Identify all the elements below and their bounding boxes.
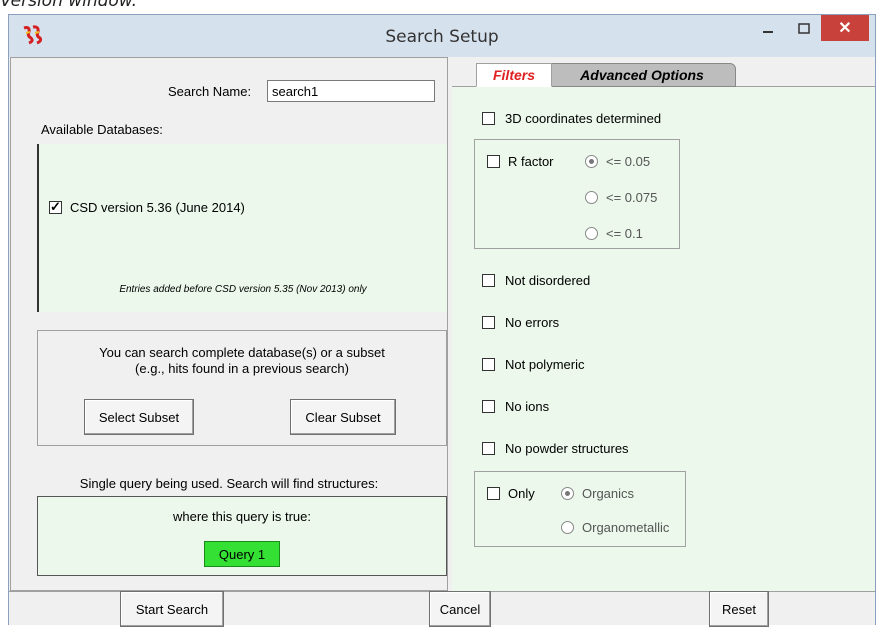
database-label: CSD version 5.36 (June 2014) (70, 200, 245, 215)
not-polymeric-label: Not polymeric (505, 357, 585, 372)
r-factor-option-1[interactable]: <= 0.05 (585, 154, 650, 169)
organics-label: Organics (582, 486, 635, 501)
query-summary: Single query being used. Search will fin… (79, 476, 379, 491)
filters-panel: 3D coordinates determined R factor <= 0.… (452, 87, 875, 591)
organometallic-label: Organometallic (582, 520, 670, 535)
no-errors-checkbox[interactable] (482, 316, 495, 329)
subset-info-line1: You can search complete database(s) or a… (99, 345, 385, 360)
search-name-input[interactable]: search1 (267, 80, 435, 102)
filter-no-powder[interactable]: No powder structures (482, 441, 629, 456)
tab-filters[interactable]: Filters (476, 63, 552, 87)
only-option-organometallic[interactable]: Organometallic (561, 520, 669, 535)
filter-3d-coordinates[interactable]: 3D coordinates determined (482, 111, 661, 126)
r-factor-option-3[interactable]: <= 0.1 (585, 226, 643, 241)
only-filter[interactable]: Only (487, 486, 535, 501)
r-factor-option-3-label: <= 0.1 (606, 226, 643, 241)
footer-bar: Start Search Cancel Reset (9, 591, 875, 627)
only-label: Only (508, 486, 535, 501)
filter-no-errors[interactable]: No errors (482, 315, 559, 330)
only-group: Only Organics Organometallic (474, 471, 686, 547)
r-factor-radio-3[interactable] (585, 227, 598, 240)
filter-no-ions[interactable]: No ions (482, 399, 549, 414)
query-box: where this query is true: Query 1 (37, 496, 447, 576)
database-note: Entries added before CSD version 5.35 (N… (119, 284, 367, 295)
not-polymeric-checkbox[interactable] (482, 358, 495, 371)
only-option-organics[interactable]: Organics (561, 486, 634, 501)
cancel-button[interactable]: Cancel (429, 591, 491, 627)
page-caption: Version window. (0, 0, 138, 11)
query-condition: where this query is true: (172, 509, 311, 524)
maximize-icon (798, 23, 810, 34)
query-1-button[interactable]: Query 1 (204, 541, 280, 567)
minimize-button[interactable] (751, 15, 785, 43)
r-factor-label: R factor (508, 154, 554, 169)
database-list: CSD version 5.36 (June 2014) Entries add… (37, 144, 447, 312)
right-panel: Advanced Options Filters 3D coordinates … (452, 57, 875, 591)
clear-subset-button[interactable]: Clear Subset (290, 399, 396, 435)
filter-not-disordered[interactable]: Not disordered (482, 273, 590, 288)
organometallic-radio[interactable] (561, 521, 574, 534)
r-factor-radio-1[interactable] (585, 155, 598, 168)
left-panel: Search Name: search1 Available Databases… (10, 57, 448, 591)
search-setup-window: Search Setup ✕ Search Name: search1 Avai… (8, 14, 876, 627)
available-databases-label: Available Databases: (41, 122, 163, 137)
no-powder-checkbox[interactable] (482, 442, 495, 455)
organics-radio[interactable] (561, 487, 574, 500)
r-factor-radio-2[interactable] (585, 191, 598, 204)
not-disordered-label: Not disordered (505, 273, 591, 288)
close-button[interactable]: ✕ (821, 15, 869, 41)
3d-coordinates-label: 3D coordinates determined (505, 111, 662, 126)
no-errors-label: No errors (505, 315, 560, 330)
window-title: Search Setup (385, 27, 499, 47)
maximize-button[interactable] (787, 15, 821, 43)
no-powder-label: No powder structures (505, 441, 629, 456)
r-factor-filter[interactable]: R factor (487, 154, 554, 169)
title-bar: Search Setup ✕ (9, 15, 875, 57)
3d-coordinates-checkbox[interactable] (482, 112, 495, 125)
r-factor-checkbox[interactable] (487, 155, 500, 168)
database-item[interactable]: CSD version 5.36 (June 2014) (49, 199, 245, 215)
subset-group: You can search complete database(s) or a… (37, 330, 447, 446)
select-subset-button[interactable]: Select Subset (84, 399, 194, 435)
close-icon: ✕ (838, 20, 852, 37)
search-name-label: Search Name: (168, 84, 252, 99)
r-factor-option-2[interactable]: <= 0.075 (585, 190, 657, 205)
r-factor-option-1-label: <= 0.05 (606, 154, 651, 169)
no-ions-label: No ions (505, 399, 550, 414)
tab-strip: Advanced Options Filters (452, 63, 875, 87)
search-name-value: search1 (272, 84, 319, 99)
not-disordered-checkbox[interactable] (482, 274, 495, 287)
start-search-button[interactable]: Start Search (120, 591, 224, 627)
minimize-icon (763, 31, 773, 33)
tab-advanced-options[interactable]: Advanced Options (548, 63, 736, 87)
r-factor-option-2-label: <= 0.075 (606, 190, 658, 205)
r-factor-group: R factor <= 0.05 <= 0.075 <= 0.1 (474, 139, 680, 249)
reset-button[interactable]: Reset (709, 591, 769, 627)
filter-not-polymeric[interactable]: Not polymeric (482, 357, 584, 372)
subset-info-line2: (e.g., hits found in a previous search) (135, 361, 349, 376)
database-checkbox[interactable] (49, 199, 62, 215)
only-checkbox[interactable] (487, 487, 500, 500)
no-ions-checkbox[interactable] (482, 400, 495, 413)
